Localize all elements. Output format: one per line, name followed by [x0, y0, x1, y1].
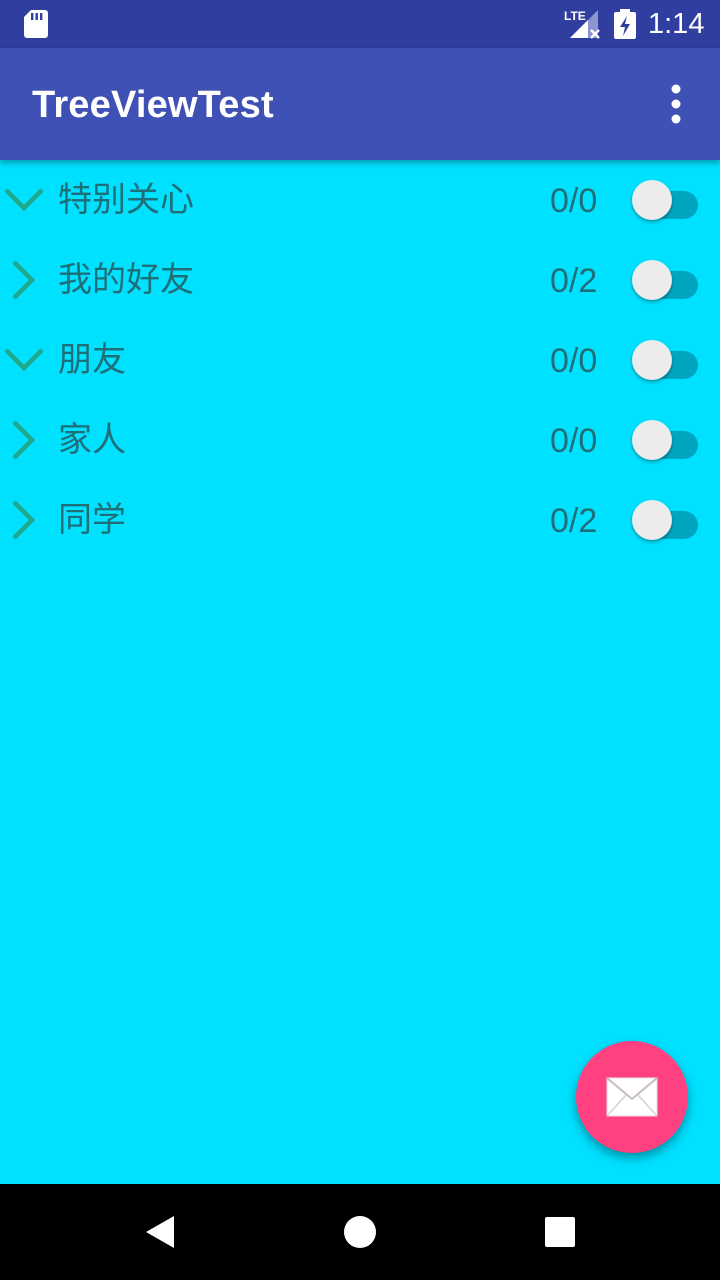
tree-group-row[interactable]: 特别关心 0/0: [0, 160, 720, 240]
status-clock: 1:14: [648, 8, 705, 40]
group-name: 同学: [58, 500, 126, 540]
group-count: 0/0: [550, 342, 598, 380]
navigation-bar: [0, 1184, 720, 1280]
chevron-right-icon[interactable]: [2, 420, 48, 460]
switch-thumb: [632, 420, 672, 460]
tree-group-row[interactable]: 同学 0/2: [0, 480, 720, 560]
tree-group-row[interactable]: 家人 0/0: [0, 400, 720, 480]
svg-text:LTE: LTE: [564, 9, 586, 23]
group-count: 0/2: [550, 262, 598, 300]
battery-charging-icon: [614, 9, 636, 39]
group-name: 家人: [58, 420, 126, 460]
tree-group-row[interactable]: 我的好友 0/2: [0, 240, 720, 320]
group-count: 0/0: [550, 182, 598, 220]
app-bar: TreeViewTest: [0, 48, 720, 160]
status-bar: LTE 1:14: [0, 0, 720, 48]
chevron-right-icon[interactable]: [2, 500, 48, 540]
chevron-down-icon[interactable]: [2, 340, 48, 380]
back-icon[interactable]: [140, 1212, 180, 1252]
app-title: TreeViewTest: [32, 84, 274, 126]
recents-icon[interactable]: [540, 1212, 580, 1252]
signal-lte-icon: LTE: [564, 9, 600, 39]
tree-group-row[interactable]: 朋友 0/0: [0, 320, 720, 400]
switch-thumb: [632, 260, 672, 300]
switch-thumb: [632, 500, 672, 540]
group-count: 0/2: [550, 502, 598, 540]
home-icon[interactable]: [340, 1212, 380, 1252]
tree-list: 特别关心 0/0 我的好友 0/2 朋友 0/0 家人 0/0 同学 0/2: [0, 160, 720, 560]
group-toggle-switch[interactable]: [632, 260, 700, 300]
group-name: 朋友: [58, 340, 126, 380]
chevron-right-icon[interactable]: [2, 260, 48, 300]
compose-fab-button[interactable]: [576, 1041, 688, 1153]
switch-thumb: [632, 340, 672, 380]
group-name: 我的好友: [58, 260, 194, 300]
switch-thumb: [632, 180, 672, 220]
group-toggle-switch[interactable]: [632, 420, 700, 460]
chevron-down-icon[interactable]: [2, 180, 48, 220]
more-vert-icon[interactable]: [652, 76, 700, 132]
envelope-icon: [606, 1077, 658, 1117]
group-toggle-switch[interactable]: [632, 500, 700, 540]
sd-card-icon: [24, 10, 48, 38]
group-toggle-switch[interactable]: [632, 180, 700, 220]
group-name: 特别关心: [58, 180, 194, 220]
group-count: 0/0: [550, 422, 598, 460]
group-toggle-switch[interactable]: [632, 340, 700, 380]
